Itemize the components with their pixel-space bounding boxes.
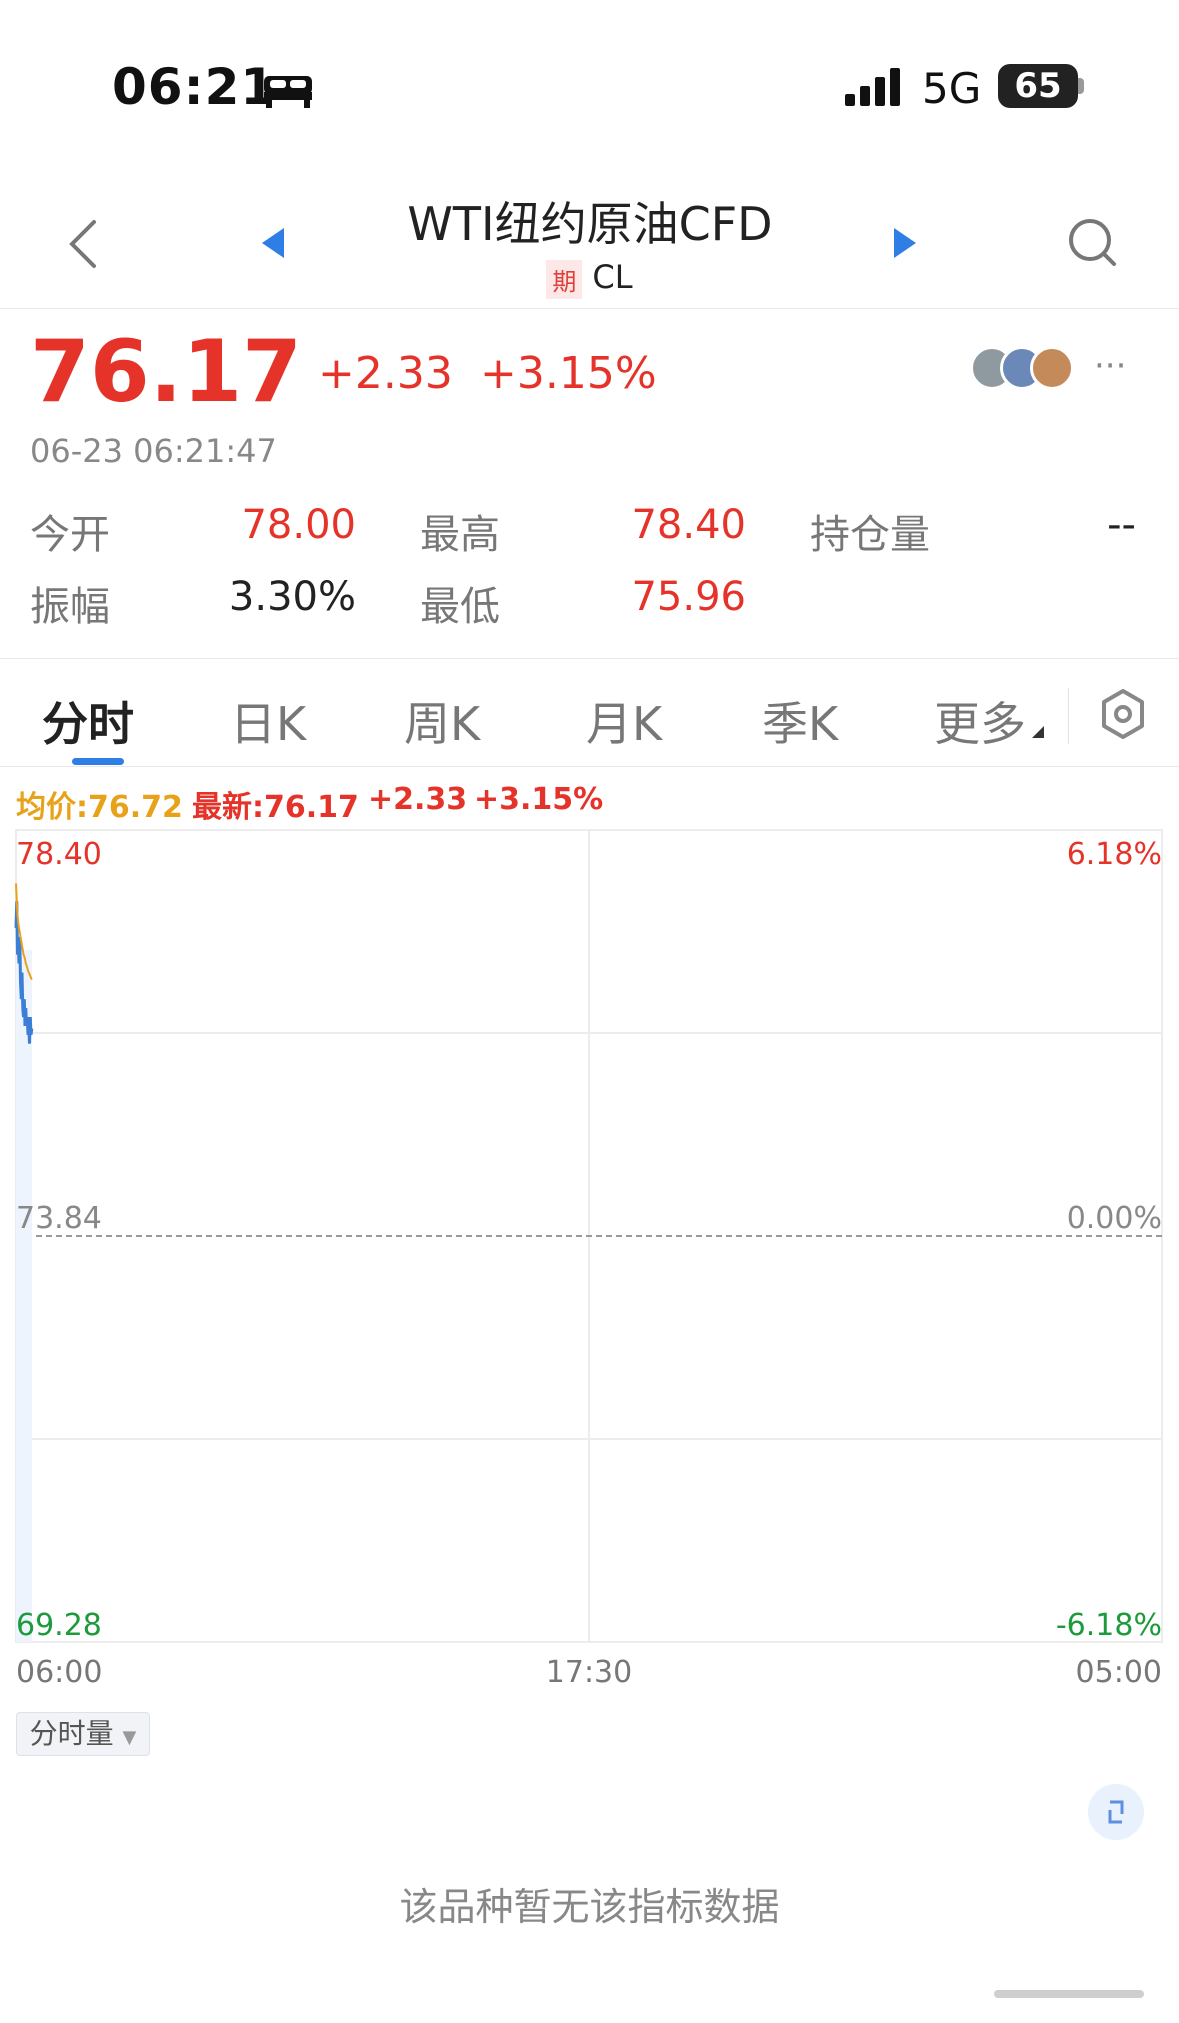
settings-icon[interactable] [1100,688,1146,740]
stat-label-amplitude: 振幅 [30,584,110,630]
tabs-divider [0,766,1179,767]
volume-indicator-label: 分时量 [29,1717,114,1750]
signal-icon [845,68,900,106]
stats-divider [0,658,1179,659]
y-label-mid-pct: 0.00% [1067,1201,1162,1236]
price-area-fill [16,950,32,1642]
stat-value-open-interest: -- [1107,502,1136,548]
y-label-high-pct: 6.18% [1067,837,1162,872]
x-label-mid: 17:30 [546,1655,632,1690]
y-label-low-pct: -6.18% [1056,1608,1162,1643]
stat-value-open: 78.00 [241,502,356,548]
price-change: +2.33 [318,348,453,399]
tab-weekly-k[interactable]: 周K [404,688,480,754]
expand-icon[interactable] [1088,1784,1144,1840]
symbol-code: CL [592,258,633,296]
legend-change-pct: +3.15% [474,782,604,817]
tab-monthly-k[interactable]: 月K [586,688,662,754]
next-instrument-icon[interactable] [894,228,916,258]
stat-value-high: 78.40 [631,502,746,548]
home-indicator [994,1990,1144,1998]
stat-label-high: 最高 [420,512,500,558]
search-icon[interactable] [1066,216,1120,270]
status-time: 06:21 [112,58,277,116]
tab-quarterly-k[interactable]: 季K [762,688,838,754]
quote-timestamp: 06-23 06:21:47 [30,432,277,470]
dropdown-corner-icon [1032,726,1044,738]
y-label-mid: 73.84 [16,1201,102,1236]
no-indicator-data-message: 该品种暂无该指标数据 [399,1885,780,1929]
y-label-low: 69.28 [16,1608,102,1643]
tab-intraday[interactable]: 分时 [42,688,134,754]
x-label-end: 05:00 [1076,1655,1162,1690]
last-price: 76.17 [30,322,303,422]
chart-grid [15,829,1163,1643]
participant-avatars[interactable] [970,346,1090,392]
battery-icon: 65 [998,64,1078,108]
page-title: WTI纽约原油CFD [407,197,773,251]
more-options-icon[interactable]: ··· [1094,346,1126,386]
x-label-start: 06:00 [16,1655,102,1690]
active-tab-indicator [72,758,124,765]
volume-indicator-selector[interactable]: 分时量 ▼ [16,1712,150,1756]
stat-label-open-interest: 持仓量 [810,512,930,558]
stat-label-low: 最低 [420,584,500,630]
battery-tip [1078,78,1084,94]
stat-value-low: 75.96 [631,574,746,620]
instrument-subtitle: 期 CL [0,258,1179,299]
tab-daily-k[interactable]: 日K [230,688,306,754]
network-label: 5G [922,64,982,113]
tab-separator [1068,688,1069,744]
bed-icon [264,76,312,108]
stat-label-open: 今开 [30,512,110,558]
price-change-pct: +3.15% [480,348,657,399]
chevron-down-icon: ▼ [122,1727,137,1748]
intraday-chart[interactable]: 78.40 6.18% 73.84 0.00% 69.28 -6.18% 06:… [0,820,1179,1700]
tab-more[interactable]: 更多 [934,688,1026,754]
avatar [1030,346,1074,390]
stat-value-amplitude: 3.30% [228,574,356,620]
futures-badge: 期 [546,259,583,299]
header-divider [0,308,1179,309]
legend-change: +2.33 [368,782,468,817]
prev-instrument-icon[interactable] [262,228,284,258]
y-label-high: 78.40 [16,837,102,872]
